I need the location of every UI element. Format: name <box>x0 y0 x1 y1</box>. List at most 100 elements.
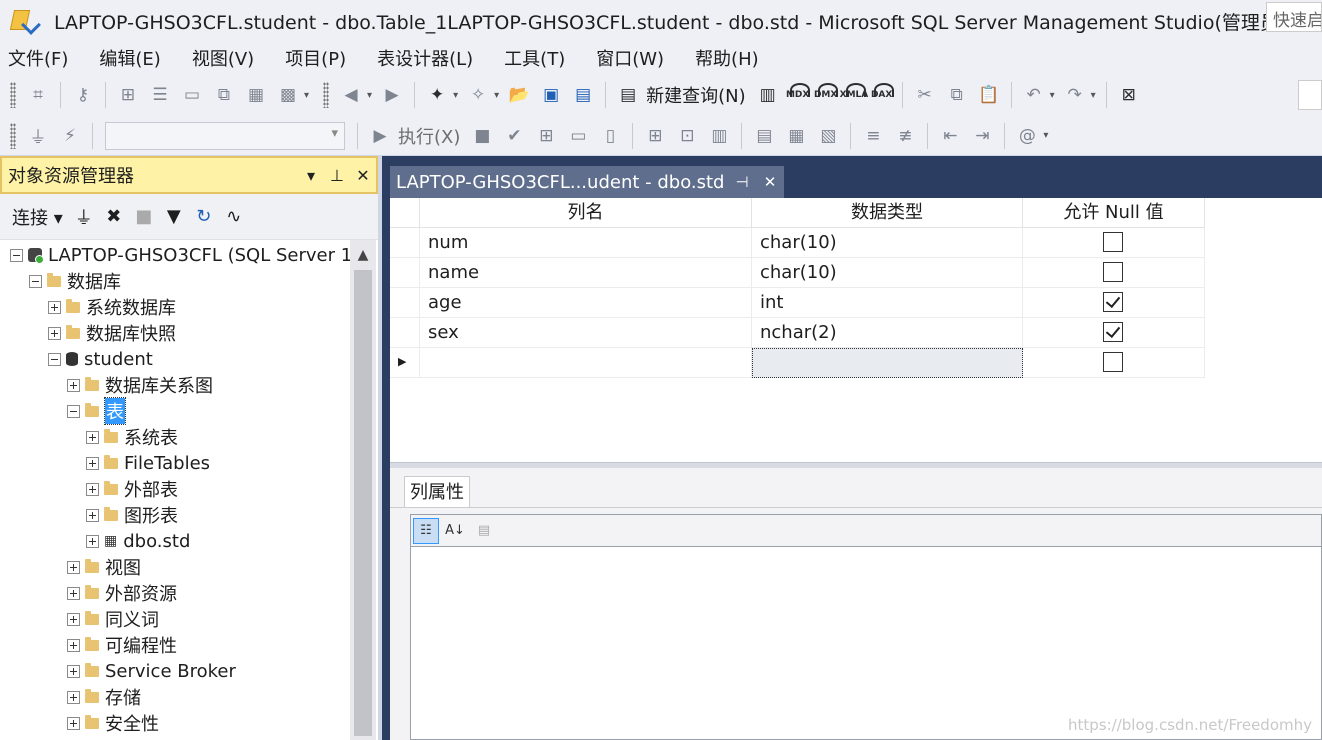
dmx-query-button[interactable]: DMX <box>812 81 840 109</box>
results-to-text-icon[interactable]: ▤ <box>750 122 778 150</box>
live-stats-icon[interactable]: ⊡ <box>673 122 701 150</box>
save-all-icon[interactable]: ▤ <box>569 81 597 109</box>
menu-edit[interactable]: 编辑(E) <box>91 45 168 71</box>
intellisense-icon[interactable]: ▯ <box>596 122 624 150</box>
row-selector[interactable]: ▶ <box>390 348 420 378</box>
database-engine-query-icon[interactable]: ▥ <box>754 81 782 109</box>
activity-icon[interactable]: ∿ <box>219 206 249 227</box>
tree-item[interactable]: 视图 <box>67 554 141 580</box>
expand-icon[interactable] <box>67 612 80 626</box>
expand-icon[interactable] <box>86 534 99 548</box>
expand-icon[interactable] <box>86 430 99 444</box>
decrease-indent-icon[interactable]: ⇤ <box>936 122 964 150</box>
collapse-icon[interactable] <box>67 404 80 418</box>
client-stats-icon[interactable]: ▥ <box>705 122 733 150</box>
scroll-thumb[interactable] <box>354 270 372 736</box>
spatial-index-icon[interactable]: ▩ <box>274 81 302 109</box>
data-type-cell[interactable]: char(10) <box>752 258 1023 288</box>
relationships-icon[interactable]: ⊞ <box>114 81 142 109</box>
menu-file[interactable]: 文件(F) <box>0 45 76 71</box>
cut-icon[interactable]: ✂ <box>911 81 939 109</box>
expand-icon[interactable] <box>86 482 99 496</box>
categorized-icon[interactable]: ☷ <box>413 517 439 544</box>
expand-icon[interactable] <box>67 664 80 678</box>
tree-item[interactable]: 系统数据库 <box>48 294 176 320</box>
object-explorer-scrollbar[interactable]: ▲ <box>350 240 376 740</box>
scroll-up-icon[interactable]: ▲ <box>350 240 376 270</box>
activity-monitor-icon[interactable]: ⊠ <box>1115 81 1143 109</box>
expand-icon[interactable] <box>48 300 61 314</box>
data-type-cell[interactable]: nchar(2) <box>752 318 1023 348</box>
connect-plug-icon[interactable]: ⏚ <box>69 204 99 230</box>
collapse-icon[interactable] <box>10 248 23 262</box>
column-name-cell[interactable]: sex <box>420 318 752 348</box>
open-file-icon[interactable]: 📂 <box>505 81 533 109</box>
tree-item[interactable]: Service Broker <box>67 658 236 684</box>
stop-icon[interactable]: ■ <box>129 206 159 227</box>
close-icon[interactable]: ✕ <box>350 166 376 185</box>
dax-query-button[interactable]: DAX <box>868 81 896 109</box>
data-type-cell[interactable]: char(10) <box>752 228 1023 258</box>
tree-item[interactable]: 系统表 <box>86 424 178 450</box>
results-to-grid-icon[interactable]: ▦ <box>782 122 810 150</box>
column-name-cell[interactable]: num <box>420 228 752 258</box>
connect-icon[interactable]: ⏚ <box>24 122 52 150</box>
refresh-icon[interactable]: ↻ <box>189 206 219 227</box>
expand-icon[interactable] <box>86 508 99 522</box>
menu-tools[interactable]: 工具(T) <box>496 45 573 71</box>
allow-nulls-checkbox[interactable] <box>1103 262 1123 282</box>
menu-window[interactable]: 窗口(W) <box>588 45 672 71</box>
expand-icon[interactable] <box>67 716 80 730</box>
paste-icon[interactable]: 📋 <box>975 81 1003 109</box>
tree-item[interactable]: 同义词 <box>67 606 159 632</box>
alphabetical-sort-icon[interactable]: A↓ <box>442 518 468 544</box>
row-selector[interactable] <box>390 288 420 318</box>
change-connection-icon[interactable]: ⚡ <box>56 122 84 150</box>
row-selector[interactable] <box>390 318 420 348</box>
expand-icon[interactable] <box>86 456 99 470</box>
new-query-button[interactable]: 新建查询(N) <box>646 82 746 108</box>
allow-nulls-checkbox[interactable] <box>1103 322 1123 342</box>
collapse-icon[interactable] <box>29 274 42 288</box>
menu-view[interactable]: 视图(V) <box>184 45 262 71</box>
toolbar-grip[interactable] <box>10 82 16 108</box>
expand-icon[interactable] <box>67 560 80 574</box>
increase-indent-icon[interactable]: ⇥ <box>968 122 996 150</box>
column-properties-tab[interactable]: 列属性 <box>404 476 470 508</box>
tree-item[interactable]: 数据库 <box>29 268 121 294</box>
check-constraint-icon[interactable]: ▦ <box>242 81 270 109</box>
parse-icon[interactable]: ✔ <box>500 122 528 150</box>
new-project-icon[interactable]: ✦ <box>423 81 451 109</box>
comment-icon[interactable]: ≡ <box>859 122 887 150</box>
navigate-back-icon[interactable]: ◀ <box>337 81 365 109</box>
navigate-forward-icon[interactable]: ▶ <box>378 81 406 109</box>
cancel-query-icon[interactable]: ■ <box>468 122 496 150</box>
tree-item[interactable]: 图形表 <box>86 502 178 528</box>
tree-item[interactable]: 表 <box>67 397 126 425</box>
close-tab-icon[interactable]: ✕ <box>756 173 784 191</box>
connect-dropdown[interactable]: 连接 ▾ <box>12 204 63 230</box>
set-primary-key-icon[interactable]: ⌗ <box>24 81 52 109</box>
quick-launch-input[interactable]: 快速启 <box>1266 2 1322 32</box>
column-name-cell[interactable] <box>420 348 752 378</box>
include-plan-icon[interactable]: ⊞ <box>641 122 669 150</box>
undo-icon[interactable]: ↶ <box>1020 81 1048 109</box>
results-to-file-icon[interactable]: ▧ <box>814 122 842 150</box>
document-tab[interactable]: LAPTOP-GHSO3CFL...udent - dbo.std ⊣ ✕ <box>390 166 784 198</box>
tree-item[interactable]: 外部资源 <box>67 580 177 606</box>
copy-icon[interactable]: ⧉ <box>943 81 971 109</box>
expand-icon[interactable] <box>67 690 80 704</box>
allow-nulls-checkbox[interactable] <box>1103 292 1123 312</box>
menu-table-designer[interactable]: 表设计器(L) <box>369 45 481 71</box>
row-selector[interactable] <box>390 228 420 258</box>
tree-item[interactable]: 外部表 <box>86 476 178 502</box>
tree-item[interactable]: FileTables <box>86 450 210 476</box>
expand-icon[interactable] <box>48 326 61 340</box>
tree-item[interactable]: 数据库关系图 <box>67 372 213 398</box>
expand-icon[interactable] <box>67 638 80 652</box>
filter-icon[interactable]: ▼ <box>159 206 189 227</box>
execute-button[interactable]: 执行(X) <box>398 123 460 149</box>
estimated-plan-icon[interactable]: ⊞ <box>532 122 560 150</box>
xmla-query-button[interactable]: XMLA <box>840 81 868 109</box>
fulltext-icon[interactable]: ▭ <box>178 81 206 109</box>
